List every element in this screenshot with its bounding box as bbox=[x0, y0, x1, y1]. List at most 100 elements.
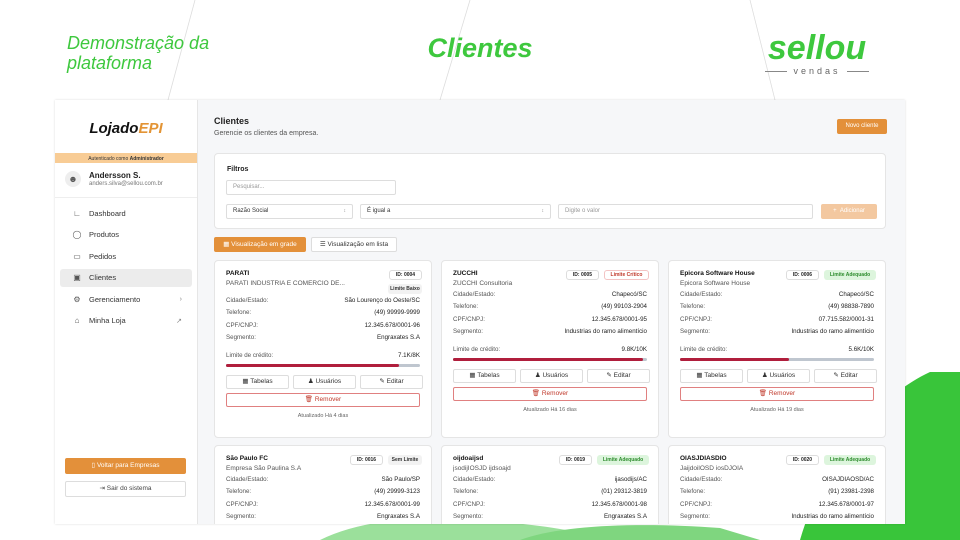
sidebar-item-label: Dashboard bbox=[89, 208, 126, 218]
sidebar-item-label: Produtos bbox=[89, 230, 120, 239]
back-to-companies-label: Voltar para Empresas bbox=[96, 462, 160, 469]
field-label: Cidade/Estado: bbox=[453, 291, 496, 298]
trash-icon: 🗑 bbox=[304, 396, 314, 404]
edit-button[interactable]: ✎ Editar bbox=[814, 369, 877, 384]
field-label: Telefone: bbox=[680, 488, 706, 496]
field-label: Cidade/Estado: bbox=[680, 476, 723, 483]
page-title: Clientes bbox=[214, 116, 250, 126]
users-button[interactable]: ♟ Usuários bbox=[520, 369, 583, 384]
client-card: ZUCCHI ZUCCHI Consultoria ID: 0005 Limite C… bbox=[441, 260, 659, 438]
field-value: 12.345.678/0001-96 bbox=[364, 321, 420, 329]
sidebar-item-label: Clientes bbox=[89, 273, 117, 282]
add-filter-label: Adicionar bbox=[839, 208, 865, 214]
filter-field-select[interactable]: Razão Social ↕ bbox=[226, 204, 353, 219]
credit-limit-row: Limite de crédito: 5.6K/10K bbox=[680, 346, 874, 356]
users-button[interactable]: ♟ Usuários bbox=[293, 375, 356, 390]
field-label: Segmento: bbox=[453, 327, 483, 335]
remove-button[interactable]: 🗑 Remover bbox=[226, 393, 420, 408]
client-id-badge: ID: 0019 bbox=[559, 455, 592, 465]
field-label: Segmento: bbox=[680, 512, 710, 520]
client-id-badge: ID: 0020 bbox=[786, 455, 819, 465]
credit-progress-fill bbox=[453, 358, 644, 362]
field-label: Telefone: bbox=[453, 488, 479, 496]
tables-button[interactable]: ▦ Tabelas bbox=[680, 369, 743, 384]
grid-view-button[interactable]: ▦ Visualização em grade bbox=[214, 237, 306, 252]
edit-button-label: Editar bbox=[386, 378, 404, 386]
field-value: (49) 29999-3123 bbox=[374, 488, 420, 496]
page-subtitle: Gerencie os clientes da empresa. bbox=[214, 130, 319, 137]
search-input[interactable]: Pesquisar... bbox=[226, 180, 396, 195]
field-value: Industrias do ramo alimentício bbox=[564, 327, 647, 335]
logo-accent: EPI bbox=[138, 120, 163, 137]
field-label: Cidade/Estado: bbox=[680, 291, 723, 298]
logout-button[interactable]: ⇥ Sair do sistema bbox=[65, 481, 186, 497]
search-placeholder: Pesquisar... bbox=[233, 184, 265, 190]
tables-button-label: Tabelas bbox=[704, 372, 727, 380]
users-button[interactable]: ♟ Usuários bbox=[747, 369, 810, 384]
app-window: LojadoEPI Autenticado como Administrador… bbox=[55, 100, 905, 524]
field-value: (49) 99103-2904 bbox=[601, 303, 647, 311]
back-to-companies-button[interactable]: ▯ Voltar para Empresas bbox=[65, 458, 186, 474]
client-card: OIASJDIASDIO JaijdoilOSD iosDJOIA ID: 0020… bbox=[668, 445, 886, 524]
filter-operator-select[interactable]: É igual a ↕ bbox=[360, 204, 551, 219]
credit-status-badge: Sem Limite bbox=[388, 455, 422, 465]
sidebar-item-clientes[interactable]: ▣ Clientes bbox=[60, 268, 192, 287]
client-field-row: CPF/CNPJ: 12.345.678/0001-95 bbox=[453, 316, 647, 326]
tables-button[interactable]: ▦ Tabelas bbox=[453, 369, 516, 384]
logout-label: Sair do sistema bbox=[106, 485, 152, 492]
field-value: Chapecó/SC bbox=[611, 291, 647, 298]
client-company: jsodijIOSJD ijdsoajd bbox=[453, 465, 511, 472]
client-field-row: Cidade/Estado: São Paulo/SP bbox=[226, 476, 420, 486]
sidebar-item-produtos[interactable]: ◯ Produtos bbox=[60, 226, 192, 244]
client-company: ZUCCHI Consultoria bbox=[453, 280, 513, 287]
page-heading: Clientes bbox=[427, 33, 533, 63]
field-label: Segmento: bbox=[453, 512, 483, 520]
sidebar-item-pedidos[interactable]: ▭ Pedidos bbox=[60, 247, 192, 265]
auth-role: Administrador bbox=[129, 156, 164, 162]
field-value: 12.345.678/0001-98 bbox=[591, 500, 647, 508]
tables-button[interactable]: ▦ Tabelas bbox=[226, 375, 289, 390]
credit-limit-row: Limite de crédito: 7.1K/8K bbox=[226, 352, 420, 362]
trash-icon: 🗑 bbox=[531, 390, 541, 398]
filter-value-input[interactable]: Digite o valor bbox=[558, 204, 813, 219]
client-field-row: Segmento: Industrias do ramo alimentício bbox=[680, 328, 874, 338]
add-filter-button[interactable]: + Adicionar bbox=[821, 204, 877, 219]
edit-button[interactable]: ✎ Editar bbox=[360, 375, 423, 390]
sidebar-item-dashboard[interactable]: ∟ Dashboard bbox=[60, 204, 192, 222]
field-label: CPF/CNPJ: bbox=[453, 500, 485, 508]
client-field-row: Cidade/Estado: OISAJDIAOSD/AC bbox=[680, 476, 874, 486]
client-card: oijdoaijsd jsodijIOSJD ijdsoajd ID: 0019 Li… bbox=[441, 445, 659, 524]
remove-button[interactable]: 🗑 Remover bbox=[680, 387, 874, 402]
client-field-row: Segmento: Engraxates S.A bbox=[226, 334, 420, 344]
users-button-label: Usuários bbox=[542, 372, 569, 380]
client-field-row: CPF/CNPJ: 12.345.678/0001-96 bbox=[226, 322, 420, 332]
brand-name: sellou bbox=[767, 29, 867, 67]
field-label: Telefone: bbox=[226, 309, 252, 317]
client-field-row: Cidade/Estado: ijasodijs/AC bbox=[453, 476, 647, 486]
users-button-label: Usuários bbox=[769, 372, 796, 380]
list-view-label: Visualização em lista bbox=[327, 241, 389, 248]
app-logo[interactable]: LojadoEPI bbox=[55, 120, 197, 140]
new-client-button[interactable]: Novo cliente bbox=[837, 119, 887, 134]
sidebar-item-minha-loja[interactable]: ⌂ Minha Loja ↗ bbox=[60, 312, 192, 330]
remove-button-label: Remover bbox=[314, 396, 342, 404]
field-label: CPF/CNPJ: bbox=[680, 500, 712, 508]
edit-button[interactable]: ✎ Editar bbox=[587, 369, 650, 384]
remove-button-label: Remover bbox=[768, 390, 796, 398]
client-field-row: Telefone: (49) 99103-2904 bbox=[453, 303, 647, 313]
list-view-button[interactable]: ☰ Visualização em lista bbox=[311, 237, 397, 252]
field-value: São Paulo/SP bbox=[381, 476, 420, 483]
client-company: JaijdoilOSD iosDJOIA bbox=[680, 465, 744, 472]
edit-button-label: Editar bbox=[840, 372, 858, 380]
tables-button-label: Tabelas bbox=[250, 378, 273, 386]
field-label: Cidade/Estado: bbox=[453, 476, 496, 483]
client-name: ZUCCHI bbox=[453, 270, 478, 277]
user-profile[interactable]: ☻ Andersson S. anders.silva@sellou.com.b… bbox=[55, 163, 197, 198]
remove-button[interactable]: 🗑 Remover bbox=[453, 387, 647, 402]
credit-status-badge: Limite Adequado bbox=[824, 270, 876, 280]
field-value: São Lourenço do Oeste/SC bbox=[344, 297, 420, 304]
field-value: 12.345.678/0001-97 bbox=[818, 500, 874, 508]
field-label: Cidade/Estado: bbox=[226, 476, 269, 483]
field-label: Limite de crédito: bbox=[453, 346, 501, 354]
sidebar-item-gerenciamento[interactable]: ⚙ Gerenciamento › bbox=[60, 290, 192, 308]
